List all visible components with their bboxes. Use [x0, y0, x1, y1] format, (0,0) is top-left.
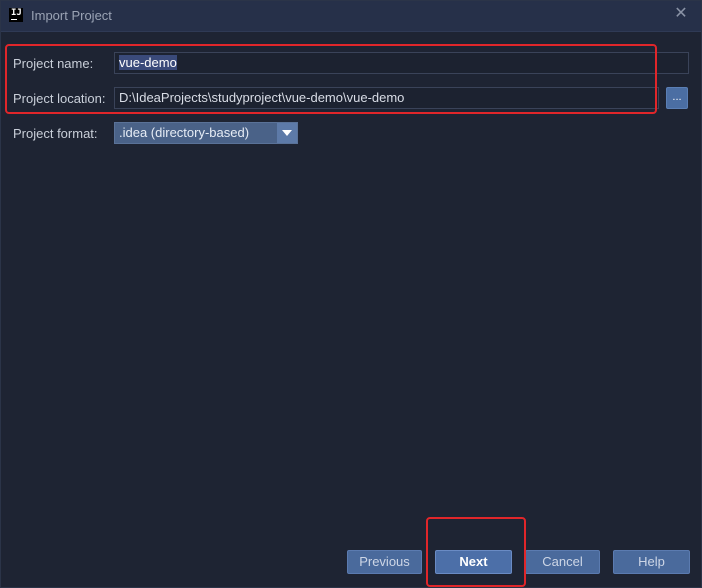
- previous-button[interactable]: Previous: [347, 550, 422, 574]
- intellij-app-icon: IJ: [9, 8, 23, 22]
- project-location-input[interactable]: D:\IdeaProjects\studyproject\vue-demo\vu…: [114, 87, 659, 109]
- help-button[interactable]: Help: [613, 550, 690, 574]
- browse-button[interactable]: ...: [666, 87, 688, 109]
- project-name-input[interactable]: vue-demo: [114, 52, 689, 74]
- project-location-label: Project location:: [13, 91, 106, 106]
- next-button[interactable]: Next: [435, 550, 512, 574]
- project-name-label: Project name:: [13, 56, 94, 71]
- chevron-down-icon[interactable]: [277, 123, 297, 143]
- cancel-button[interactable]: Cancel: [525, 550, 600, 574]
- window-title: Import Project: [31, 8, 112, 23]
- close-icon[interactable]: ✕: [673, 6, 689, 22]
- project-location-value: D:\IdeaProjects\studyproject\vue-demo\vu…: [119, 90, 405, 105]
- project-format-label: Project format:: [13, 126, 98, 141]
- title-bar: IJ Import Project ✕: [1, 1, 701, 32]
- import-project-dialog: IJ Import Project ✕ Project name: vue-de…: [0, 0, 702, 588]
- project-format-select[interactable]: .idea (directory-based): [114, 122, 298, 144]
- project-name-value: vue-demo: [119, 55, 177, 70]
- project-format-value: .idea (directory-based): [119, 125, 250, 140]
